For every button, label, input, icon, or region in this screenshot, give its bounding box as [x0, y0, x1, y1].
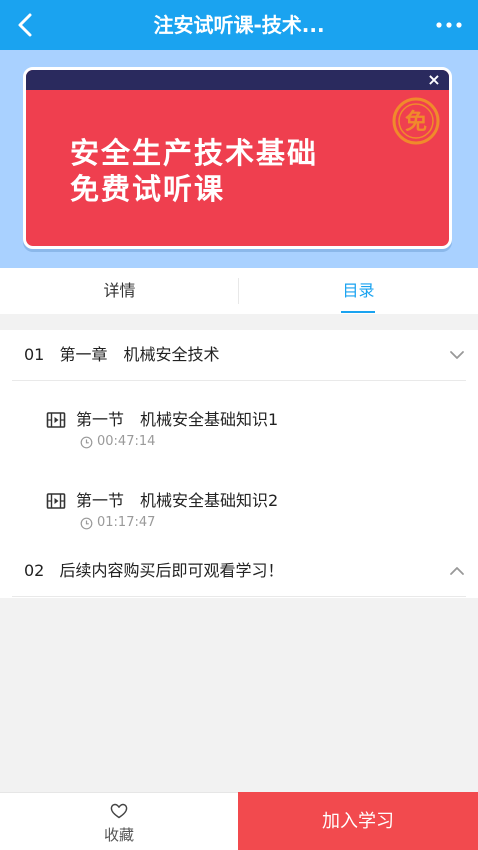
- lesson-title: 第一节 机械安全基础知识1: [76, 410, 279, 429]
- lesson-item[interactable]: 第一节 机械安全基础知识2 01:17:47: [0, 489, 478, 549]
- banner-top-bar: [26, 70, 449, 90]
- bottom-action-bar: 收藏 加入学习: [0, 792, 478, 850]
- tab-details[interactable]: 详情: [0, 268, 239, 314]
- favorite-button[interactable]: 收藏: [0, 793, 238, 850]
- video-lesson-icon: [46, 493, 66, 509]
- lesson-title: 第一节 机械安全基础知识2: [76, 491, 279, 510]
- back-arrow-icon[interactable]: [12, 11, 40, 39]
- tab-catalog[interactable]: 目录: [239, 268, 478, 314]
- chapter-row-01[interactable]: 01 第一章 机械安全技术: [0, 330, 478, 380]
- join-study-button[interactable]: 加入学习: [238, 792, 478, 850]
- chapter-row-02[interactable]: 02 后续内容购买后即可观看学习！: [0, 546, 478, 596]
- more-options-icon[interactable]: [434, 13, 464, 37]
- clock-icon: [80, 517, 93, 530]
- course-banner-area: × 安全生产技术基础 免费试听课 免: [0, 50, 478, 268]
- chapter-title: 后续内容购买后即可观看学习！: [59, 561, 284, 580]
- banner-title-line2: 免费试听课: [70, 172, 226, 206]
- active-tab-indicator: [341, 311, 375, 313]
- chapter-number: 02: [24, 561, 45, 580]
- course-banner: × 安全生产技术基础 免费试听课 免: [23, 67, 452, 249]
- divider: [12, 380, 466, 381]
- lesson-item[interactable]: 第一节 机械安全基础知识1 00:47:14: [0, 408, 478, 468]
- lesson-duration: 01:17:47: [97, 515, 156, 530]
- chevron-up-icon[interactable]: [448, 562, 466, 580]
- tab-bar: 详情 目录: [0, 268, 478, 314]
- chapter-title: 第一章 机械安全技术: [59, 345, 220, 364]
- catalog-list: 01 第一章 机械安全技术 第一节 机械安全基础知识1 00:47:14 第一节…: [0, 330, 478, 598]
- chevron-down-icon[interactable]: [448, 346, 466, 364]
- lesson-duration: 00:47:14: [97, 434, 156, 449]
- app-header: 注安试听课-技术...: [0, 0, 478, 50]
- divider: [12, 596, 466, 597]
- clock-icon: [80, 436, 93, 449]
- seal-text: 免: [405, 109, 427, 135]
- banner-close-icon[interactable]: ×: [425, 70, 443, 90]
- heart-icon: [110, 803, 128, 819]
- chapter-number: 01: [24, 345, 45, 364]
- page-title: 注安试听课-技术...: [153, 13, 325, 37]
- video-lesson-icon: [46, 412, 66, 428]
- free-seal-icon: 免: [392, 97, 440, 145]
- favorite-label: 收藏: [103, 826, 134, 844]
